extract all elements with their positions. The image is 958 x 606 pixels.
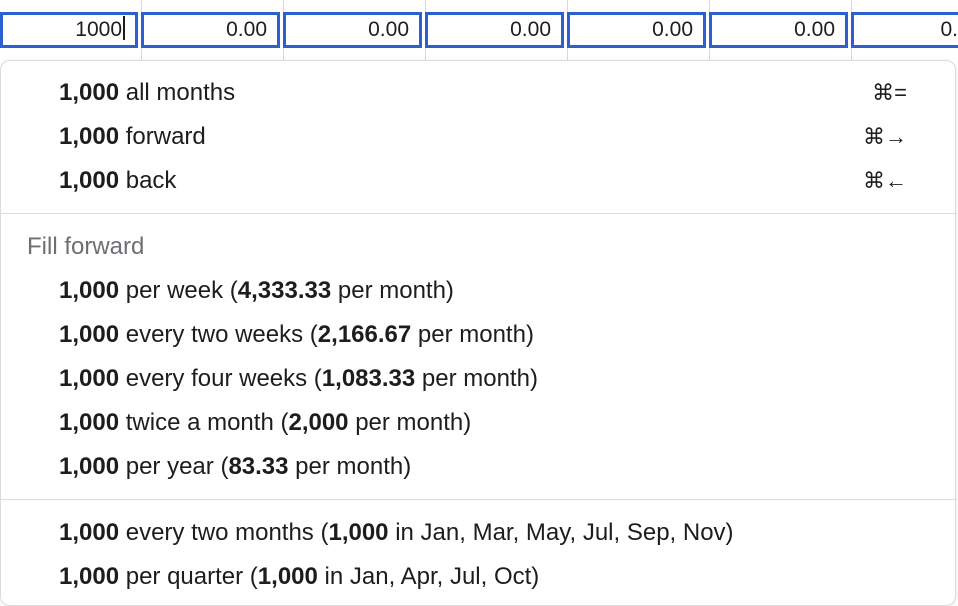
grid-line: [283, 48, 284, 60]
grid-line: [283, 0, 284, 12]
budget-cell[interactable]: 0.00: [567, 12, 706, 48]
amount-text: 1,000: [59, 167, 120, 194]
cell-value: 0.00: [652, 18, 693, 41]
text-caret: [123, 16, 125, 40]
budget-cell[interactable]: 0.00: [283, 12, 422, 48]
monthly-amount-text: 2,166.67: [317, 321, 412, 348]
item-label: twice a month (: [119, 409, 289, 436]
menu-item-all-months[interactable]: 1,000 all months: [59, 78, 235, 108]
cell-value: 0.00: [794, 18, 835, 41]
monthly-amount-text: 4,333.33: [237, 277, 332, 304]
menu-divider: [1, 213, 957, 214]
budget-cell-row: 1000 0.00 0.00 0.00 0.00 0.00 0.: [0, 0, 958, 60]
menu-item-per-week[interactable]: 1,000 per week (4,333.33 per month): [59, 276, 454, 306]
grid-line: [141, 48, 142, 60]
item-label: in Jan, Apr, Jul, Oct): [317, 563, 540, 590]
item-label: per year (: [119, 453, 229, 480]
budget-cell-active-input[interactable]: 1000: [0, 12, 138, 48]
section-label-fill-forward: Fill forward: [27, 233, 145, 260]
grid-line: [709, 48, 710, 60]
item-label: back: [119, 167, 177, 194]
item-label: per week (: [119, 277, 238, 304]
menu-item-every-two-weeks[interactable]: 1,000 every two weeks (2,166.67 per mont…: [59, 320, 534, 350]
fill-options-menu: 1,000 all months ⌘= 1,000 forward ⌘→ 1,0…: [0, 60, 957, 606]
period-amount-text: 1,000: [328, 519, 389, 546]
item-label: every two months (: [119, 519, 329, 546]
item-label: every four weeks (: [119, 365, 322, 392]
grid-line: [851, 48, 852, 60]
budget-cell[interactable]: 0.00: [141, 12, 280, 48]
amount-text: 1,000: [59, 365, 120, 392]
amount-text: 1,000: [59, 79, 120, 106]
cell-value: 1000: [75, 18, 122, 41]
item-label: per month): [415, 365, 538, 392]
amount-text: 1,000: [59, 453, 120, 480]
grid-line: [425, 48, 426, 60]
budget-cell[interactable]: 0.00: [709, 12, 848, 48]
menu-item-every-two-months[interactable]: 1,000 every two months (1,000 in Jan, Ma…: [59, 518, 734, 548]
item-label: in Jan, Mar, May, Jul, Sep, Nov): [388, 519, 734, 546]
monthly-amount-text: 1,083.33: [321, 365, 416, 392]
grid-line: [567, 48, 568, 60]
menu-item-per-year[interactable]: 1,000 per year (83.33 per month): [59, 452, 411, 482]
item-label: all months: [119, 79, 236, 106]
item-label: per month): [411, 321, 534, 348]
amount-text: 1,000: [59, 277, 120, 304]
cell-value: 0.: [940, 18, 958, 41]
menu-item-forward[interactable]: 1,000 forward: [59, 122, 206, 152]
grid-line: [709, 0, 710, 12]
grid-line: [425, 0, 426, 12]
shortcut-cmd-right-arrow: ⌘→: [863, 124, 907, 149]
budget-cell[interactable]: 0.00: [425, 12, 564, 48]
item-label: per month): [348, 409, 472, 436]
cell-value: 0.00: [368, 18, 409, 41]
menu-item-back[interactable]: 1,000 back: [59, 166, 176, 196]
amount-text: 1,000: [59, 519, 120, 546]
shortcut-cmd-left-arrow: ⌘←: [863, 168, 907, 193]
grid-line: [567, 0, 568, 12]
menu-divider: [1, 499, 957, 500]
menu-item-twice-a-month[interactable]: 1,000 twice a month (2,000 per month): [59, 408, 471, 438]
amount-text: 1,000: [59, 123, 120, 150]
amount-text: 1,000: [59, 321, 120, 348]
grid-line: [141, 0, 142, 12]
item-label: every two weeks (: [119, 321, 318, 348]
monthly-amount-text: 2,000: [288, 409, 349, 436]
shortcut-cmd-equals: ⌘=: [872, 80, 907, 105]
menu-item-per-quarter[interactable]: 1,000 per quarter (1,000 in Jan, Apr, Ju…: [59, 562, 539, 592]
item-label: per quarter (: [119, 563, 258, 590]
period-amount-text: 1,000: [257, 563, 318, 590]
menu-item-every-four-weeks[interactable]: 1,000 every four weeks (1,083.33 per mon…: [59, 364, 538, 394]
amount-text: 1,000: [59, 563, 120, 590]
cell-value: 0.00: [510, 18, 551, 41]
budget-cell-partial[interactable]: 0.: [851, 12, 958, 48]
grid-line: [851, 0, 852, 12]
item-label: forward: [119, 123, 206, 150]
cell-value: 0.00: [226, 18, 267, 41]
amount-text: 1,000: [59, 409, 120, 436]
item-label: per month): [331, 277, 454, 304]
monthly-amount-text: 83.33: [228, 453, 289, 480]
item-label: per month): [288, 453, 412, 480]
